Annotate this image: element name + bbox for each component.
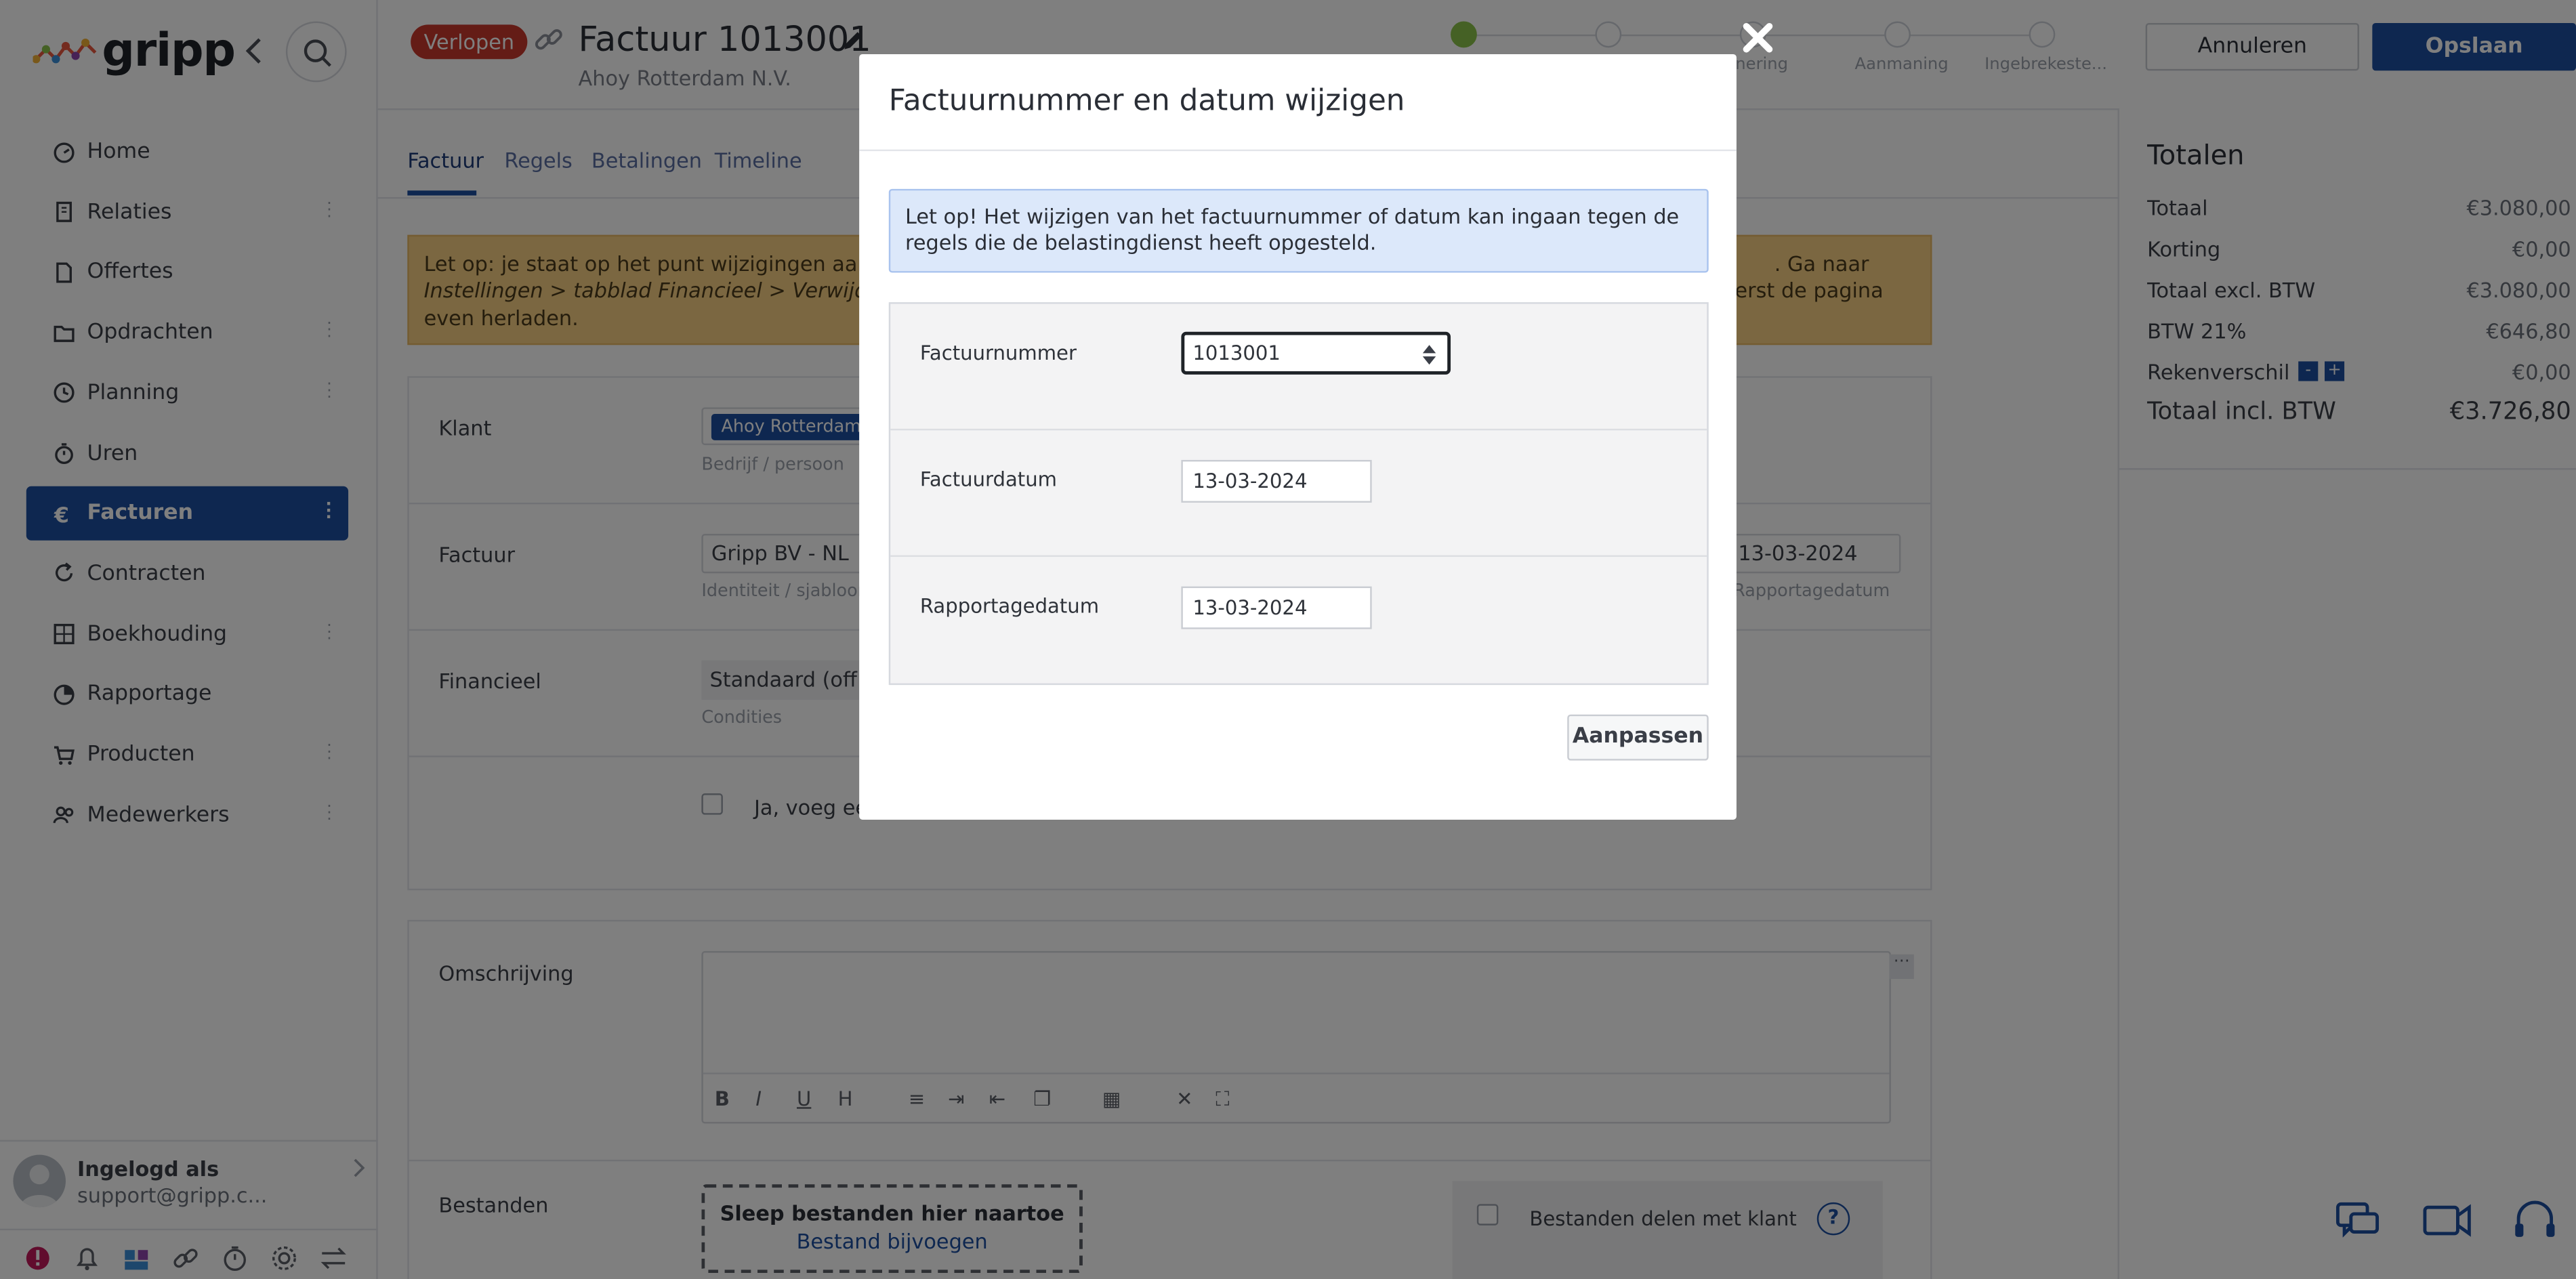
factuurdatum-input[interactable]: 13-03-2024 xyxy=(1181,459,1372,503)
factuurdatum-label: Factuurdatum xyxy=(919,468,1058,491)
number-stepper[interactable] xyxy=(1421,341,1437,368)
close-modal-button[interactable] xyxy=(1738,18,1777,58)
spinner-arrows-icon xyxy=(1422,345,1436,365)
factuurnummer-label: Factuurnummer xyxy=(919,341,1077,365)
divider xyxy=(890,428,1707,431)
rapportagedatum-modal-input[interactable]: 13-03-2024 xyxy=(1181,586,1372,629)
submit-button[interactable]: Aanpassen xyxy=(1567,714,1709,761)
divider xyxy=(890,555,1707,557)
rapportagedatum-label: Rapportagedatum xyxy=(919,594,1100,618)
modal-title: Factuurnummer en datum wijzigen xyxy=(888,83,1405,119)
modal-notice-text: Let op! Het wijzigen van het factuurnumm… xyxy=(905,203,1680,255)
close-icon xyxy=(1743,22,1773,53)
factuurnummer-input[interactable]: 1013001 xyxy=(1181,331,1451,375)
divider xyxy=(859,149,1737,152)
